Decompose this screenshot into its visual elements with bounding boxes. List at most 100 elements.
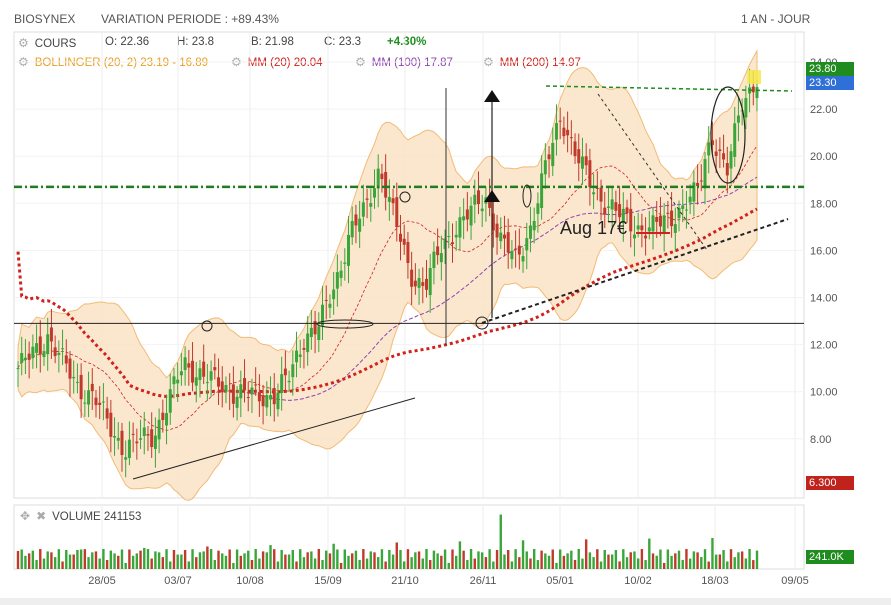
volume-bar (395, 542, 398, 569)
candle-body (239, 384, 243, 399)
candle-body (725, 163, 729, 176)
volume-bar (414, 552, 417, 569)
candle-body (283, 368, 287, 376)
volume-bar (295, 561, 298, 569)
volume-bar (161, 557, 165, 569)
candle-body (209, 371, 213, 381)
volume-bar (755, 550, 759, 569)
candle-body (729, 151, 733, 169)
candle-body (165, 413, 169, 426)
volume-bar (421, 558, 424, 569)
volume-bar (703, 549, 707, 569)
volume-bar (247, 550, 250, 569)
volume-bar (191, 549, 194, 569)
candle-body (42, 351, 46, 358)
volume-bar (551, 549, 554, 569)
candle-body (751, 86, 755, 93)
volume-bar (714, 554, 718, 569)
candle-body (476, 190, 480, 205)
candle-body (525, 238, 529, 251)
candle-body (573, 141, 577, 157)
high-price-tag: 23.80 (806, 62, 854, 76)
volume-bar (180, 554, 183, 569)
candle-body (506, 232, 510, 253)
volume-bar (358, 559, 361, 569)
candle-body (298, 354, 302, 357)
volume-bar (27, 553, 31, 569)
candle-body (280, 374, 284, 393)
x-tick-label: 10/08 (236, 575, 264, 587)
volume-bar (425, 549, 428, 569)
volume-bar (436, 553, 439, 569)
settings-icon[interactable]: ✥ (20, 509, 30, 523)
volume-bar (592, 557, 595, 569)
candle-body (692, 182, 696, 202)
volume-bar (339, 562, 343, 569)
volume-bar (273, 549, 276, 569)
volume-bar (46, 551, 49, 569)
y-tick-label: 10.00 (810, 387, 838, 399)
volume-bar (644, 560, 647, 569)
candle-body (580, 156, 584, 169)
volume-bar (354, 550, 358, 569)
volume-value: 241153 (103, 511, 142, 523)
volume-bar (752, 560, 755, 569)
volume-bar (440, 555, 443, 569)
volume-bar (700, 557, 703, 569)
volume-bar (521, 540, 525, 569)
volume-bar (622, 549, 625, 569)
candle-body (57, 352, 61, 355)
candle-body (265, 395, 269, 408)
candle-body (142, 427, 146, 436)
volume-bar (347, 555, 350, 569)
candle-body (640, 225, 644, 231)
volume-bar (94, 551, 98, 569)
volume-bar (39, 549, 42, 569)
candle-body (257, 392, 261, 402)
volume-bar (384, 561, 387, 569)
volume-bar (221, 553, 224, 569)
volume-bar (139, 550, 142, 569)
volume-bar (711, 537, 714, 569)
volume-bar (443, 549, 447, 569)
volume-bar (469, 549, 473, 569)
volume-bar (42, 558, 46, 569)
candle-body (365, 198, 369, 200)
volume-bar (258, 558, 261, 569)
volume-bar (369, 551, 372, 569)
candle-body (406, 241, 410, 263)
volume-bar (492, 561, 495, 569)
volume-label: VOLUME (52, 511, 101, 523)
candle-body (332, 289, 336, 300)
candle-body (744, 98, 748, 118)
volume-bar (35, 559, 38, 569)
candle-body (16, 368, 20, 370)
volume-bar (254, 549, 257, 569)
candle-body (291, 364, 295, 378)
candle-body (428, 268, 432, 296)
candle-body (254, 384, 258, 386)
volume-bar (57, 549, 61, 569)
volume-bar (332, 543, 335, 569)
candle-body (317, 326, 321, 341)
candle-body (20, 353, 24, 363)
volume-bar (336, 549, 339, 569)
volume-bar (362, 549, 365, 569)
volume-bar (659, 549, 662, 569)
candle-body (651, 215, 655, 232)
volume-bar (674, 553, 677, 569)
candle-body (465, 209, 469, 220)
volume-bar (473, 558, 476, 569)
volume-legend[interactable]: ✥ ✖ VOLUME 241153 (20, 509, 141, 523)
volume-bar (670, 555, 673, 569)
volume-bar (176, 554, 179, 569)
volume-bar (744, 558, 748, 569)
volume-bar (76, 549, 79, 569)
candle-body (113, 436, 117, 438)
volume-bar (584, 539, 588, 569)
volume-bar (432, 550, 436, 569)
volume-bar (172, 549, 176, 569)
candle-body (521, 256, 525, 262)
close-icon[interactable]: ✖ (36, 509, 46, 523)
scrollbar[interactable] (0, 598, 891, 605)
